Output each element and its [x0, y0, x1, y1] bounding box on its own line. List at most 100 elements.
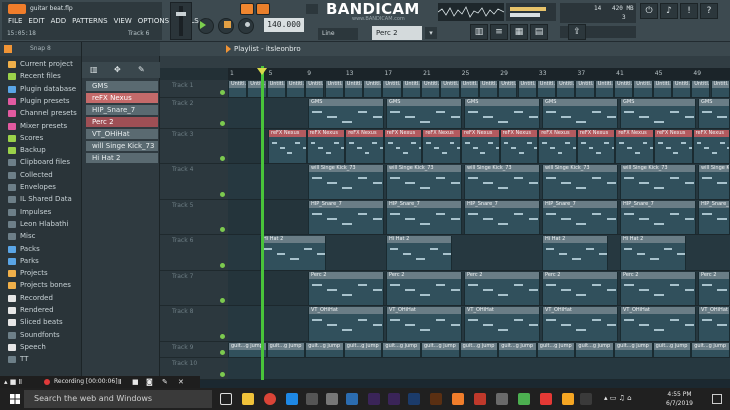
channel-button[interactable]: Perc 2	[86, 117, 158, 127]
track-lane[interactable]	[228, 358, 730, 380]
tempo-display[interactable]: 140.000	[264, 18, 304, 32]
pattern-clip[interactable]: Untitl...01_2	[575, 81, 595, 97]
track-header[interactable]: Track 1	[160, 80, 228, 98]
pattern-clip[interactable]: reFX Nexus	[538, 130, 577, 163]
pattern-clip[interactable]: guit...g jump	[382, 343, 421, 357]
track-header[interactable]: Track 6	[160, 235, 228, 271]
pattern-clip[interactable]: reFX Nexus	[345, 130, 384, 163]
browser-item[interactable]: Impulses	[0, 206, 81, 218]
fl-studio-taskbar-icon[interactable]	[452, 393, 464, 405]
pattern-clip[interactable]: reFX Nexus	[692, 130, 730, 163]
pattern-clip[interactable]: VT_OHiHat	[464, 307, 540, 341]
pattern-clip[interactable]: guit...g jump	[421, 343, 460, 357]
track-header[interactable]: Track 7	[160, 271, 228, 306]
illustrator-icon[interactable]	[430, 393, 442, 405]
browser-item[interactable]: Channel presets	[0, 107, 81, 119]
pattern-clip[interactable]: Perc 2	[386, 272, 462, 305]
photos-icon[interactable]	[346, 393, 358, 405]
pattern-clip[interactable]: Untitl...01_2	[440, 81, 460, 97]
playhead[interactable]	[261, 66, 264, 380]
pattern-clip[interactable]: will Singe Kick_73	[386, 165, 462, 199]
track-mute-led[interactable]	[220, 121, 225, 126]
pattern-clip[interactable]: Perc 2	[620, 272, 696, 305]
move-icon[interactable]: ✥	[114, 65, 126, 75]
pattern-clip[interactable]: VT_OHiHat	[542, 307, 618, 341]
app-icon-green[interactable]	[518, 393, 530, 405]
vlc-icon[interactable]	[562, 393, 574, 405]
pattern-clip[interactable]: VT_OHiHat	[620, 307, 696, 341]
pattern-selector[interactable]: Perc 2	[372, 26, 422, 40]
pattern-clip[interactable]: guit...g jump	[575, 343, 614, 357]
pattern-clip[interactable]: Untitl...01_2	[498, 81, 518, 97]
pause-icon[interactable]: Ⅱ	[118, 378, 121, 386]
pattern-clip[interactable]: Untitl...01_2	[594, 81, 614, 97]
pattern-clip[interactable]: Untitl...01_2	[228, 81, 248, 97]
pattern-clip[interactable]: will Singe Kick_73	[464, 165, 540, 199]
pattern-clip[interactable]: HIP_Snare_7	[542, 201, 618, 234]
file-explorer-icon[interactable]	[242, 393, 254, 405]
track-header[interactable]: Track 5	[160, 200, 228, 235]
browser-item[interactable]: Projects	[0, 267, 81, 279]
playlist-icon[interactable]: ▥	[470, 24, 488, 40]
pattern-clip[interactable]: guit...g jump	[691, 343, 730, 357]
pattern-clip[interactable]: Untitl...01_2	[614, 81, 634, 97]
playlist-arrow-icon[interactable]	[226, 45, 231, 53]
browser-item[interactable]: TT	[0, 353, 81, 365]
clock[interactable]: 4:55 PM 6/7/2019	[666, 390, 693, 408]
track-mute-led[interactable]	[220, 350, 225, 355]
close-icon[interactable]: ✕	[178, 378, 184, 386]
browser-arrow-icon[interactable]	[4, 45, 12, 53]
taskbar-search[interactable]: Search the web and Windows	[24, 390, 212, 408]
brush-icon[interactable]: ✎	[138, 65, 150, 75]
browser-item[interactable]: Speech	[0, 341, 81, 353]
browser-item[interactable]: Parks	[0, 255, 81, 267]
browser-item[interactable]: Recent files	[0, 70, 81, 82]
pattern-clip[interactable]: reFX Nexus	[268, 130, 307, 163]
camera-icon[interactable]: ◙	[146, 378, 153, 386]
track-mute-led[interactable]	[220, 90, 225, 95]
notifications-icon[interactable]	[712, 394, 722, 404]
pattern-clip[interactable]: Untitl...01_2	[324, 81, 344, 97]
channel-button[interactable]: HIP_Snare_7	[86, 105, 158, 115]
pattern-clip[interactable]: Hi Hat 2	[620, 236, 686, 270]
track-header[interactable]: Track 9	[160, 342, 228, 358]
pattern-clip[interactable]: Untitl...01_2	[691, 81, 711, 97]
channel-button[interactable]: Hi Hat 2	[86, 153, 158, 163]
pattern-clip[interactable]: Untitl...01_2	[556, 81, 576, 97]
pattern-clip[interactable]: Hi Hat 2	[386, 236, 452, 270]
pattern-clip[interactable]: Perc 2	[542, 272, 618, 305]
snap-mode-select[interactable]: Line	[318, 28, 358, 40]
browser-item[interactable]: Plugin presets	[0, 95, 81, 107]
pattern-clip[interactable]: guit...g jump	[266, 343, 306, 357]
track-header[interactable]: Track 2	[160, 98, 228, 129]
piano-roll-icon[interactable]: ▤	[530, 24, 548, 40]
pattern-clip[interactable]: Untitl...01_2	[343, 81, 364, 97]
browser-item[interactable]: Projects bones	[0, 279, 81, 291]
app-icon-red2[interactable]	[540, 393, 552, 405]
edge-icon[interactable]	[286, 393, 298, 405]
recording-arrows-icon[interactable]: ▴ ■ Ⅱ	[4, 378, 22, 386]
app-icon-red[interactable]	[474, 393, 486, 405]
timeline-ruler[interactable]: 1 5 9 13 17 21 25 29 33 37 41 45 49	[228, 68, 730, 80]
menu-edit[interactable]: EDIT	[25, 16, 47, 26]
pattern-clip[interactable]: VT_OHiHat	[386, 307, 462, 341]
pattern-clip[interactable]: guit...g jump	[343, 343, 383, 357]
pattern-clip[interactable]: GMS	[386, 99, 462, 128]
pattern-clip[interactable]: will Singe Kick_73	[308, 165, 384, 199]
after-effects-icon[interactable]	[388, 393, 400, 405]
browser-item[interactable]: Envelopes	[0, 181, 81, 193]
pattern-clip[interactable]: reFX Nexus	[422, 130, 461, 163]
pattern-clip[interactable]: GMS	[308, 99, 384, 128]
track-header[interactable]: Track 8	[160, 306, 228, 342]
chevron-down-icon[interactable]: ▾	[425, 27, 437, 39]
browser-item[interactable]: Current project	[0, 58, 81, 70]
menu-patterns[interactable]: PATTERNS	[69, 16, 110, 26]
pattern-clip[interactable]: Untitl...01_2	[382, 81, 402, 97]
browser-item[interactable]: Soundfonts	[0, 329, 81, 341]
tray-icons[interactable]: ▴ ▭ ♫ ⌂	[604, 394, 632, 402]
menu-file[interactable]: FILE	[5, 16, 25, 26]
pattern-clip[interactable]: reFX Nexus	[654, 130, 693, 163]
playlist-tools[interactable]	[164, 45, 220, 53]
pattern-clip[interactable]: Untitl...01_2	[285, 81, 306, 97]
fl-logo-icon[interactable]	[8, 4, 26, 14]
